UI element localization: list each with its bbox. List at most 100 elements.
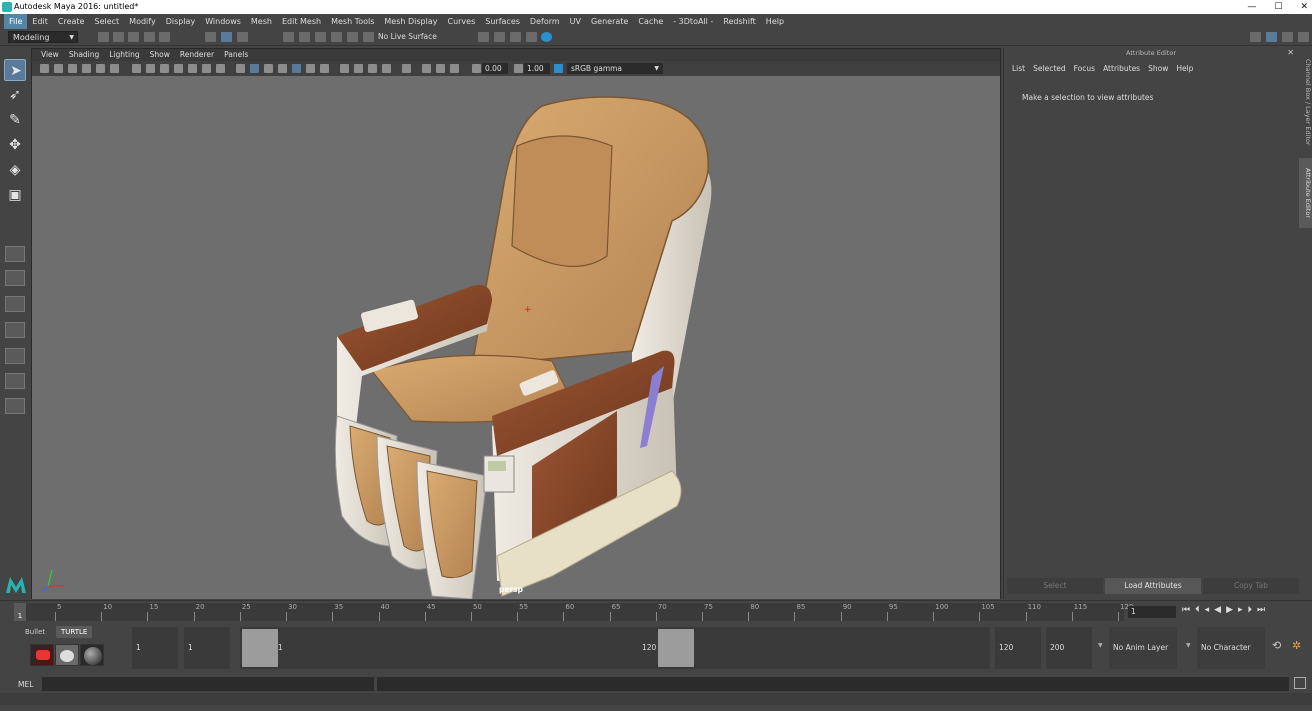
shelf-tab-turtle[interactable]: TURTLE bbox=[56, 626, 93, 638]
paint-select-tool-button[interactable]: ✎ bbox=[4, 109, 26, 131]
xray-icon[interactable] bbox=[422, 64, 431, 73]
ae-menu-attributes[interactable]: Attributes bbox=[1099, 64, 1144, 73]
gate-mask-icon[interactable] bbox=[174, 64, 183, 73]
go-to-start-icon[interactable]: ⏮ bbox=[1182, 605, 1190, 615]
close-button[interactable]: ✕ bbox=[1300, 0, 1308, 14]
wireframe-icon[interactable] bbox=[236, 64, 245, 73]
menu-edit-mesh[interactable]: Edit Mesh bbox=[277, 14, 326, 29]
hypershade-layout-button[interactable] bbox=[5, 373, 25, 389]
hypershade-icon[interactable] bbox=[526, 32, 537, 42]
exposure-icon[interactable] bbox=[472, 64, 481, 73]
anti-aliasing-icon[interactable] bbox=[368, 64, 377, 73]
mel-command-input[interactable] bbox=[42, 677, 374, 691]
range-start-handle[interactable] bbox=[242, 629, 278, 667]
render-settings-icon[interactable] bbox=[510, 32, 521, 42]
textured-icon[interactable] bbox=[292, 64, 301, 73]
two-pane-layout-button[interactable] bbox=[5, 296, 25, 312]
menu-select[interactable]: Select bbox=[89, 14, 124, 29]
anim-layer-dropdown[interactable]: No Anim Layer bbox=[1109, 627, 1177, 669]
go-to-end-icon[interactable]: ⏭ bbox=[1257, 605, 1265, 615]
magnet-icon[interactable] bbox=[363, 32, 374, 42]
save-scene-icon[interactable] bbox=[128, 32, 139, 42]
menu-uv[interactable]: UV bbox=[565, 14, 586, 29]
mel-language-toggle[interactable]: MEL bbox=[18, 680, 33, 689]
grid-icon[interactable] bbox=[132, 64, 141, 73]
menu-deform[interactable]: Deform bbox=[525, 14, 565, 29]
default-material-icon[interactable] bbox=[264, 64, 273, 73]
menu-mesh-tools[interactable]: Mesh Tools bbox=[326, 14, 379, 29]
color-management-icon[interactable] bbox=[554, 64, 563, 73]
shelf-tab-bullet[interactable]: Bullet bbox=[20, 626, 50, 638]
wireframe-on-shaded-icon[interactable] bbox=[278, 64, 287, 73]
menu-help[interactable]: Help bbox=[761, 14, 789, 29]
time-ruler[interactable]: 1510152025303540455055606570758085909510… bbox=[14, 603, 1133, 621]
ae-menu-list[interactable]: List bbox=[1008, 64, 1029, 73]
menu-create[interactable]: Create bbox=[53, 14, 90, 29]
select-object-icon[interactable] bbox=[221, 32, 232, 42]
menu-redshift[interactable]: Redshift bbox=[718, 14, 760, 29]
render-current-icon[interactable] bbox=[478, 32, 489, 42]
snap-grid-icon[interactable] bbox=[283, 32, 294, 42]
menu-mesh-display[interactable]: Mesh Display bbox=[379, 14, 442, 29]
exposure-field[interactable]: 0.00 bbox=[482, 63, 508, 74]
image-plane-icon[interactable] bbox=[82, 64, 91, 73]
play-forward-icon[interactable]: ▶ bbox=[1226, 605, 1233, 615]
menu-mesh[interactable]: Mesh bbox=[246, 14, 277, 29]
ae-load-attributes-button[interactable]: Load Attributes bbox=[1105, 578, 1201, 594]
step-back-frame-icon[interactable]: ◂ bbox=[1205, 605, 1210, 615]
menu-display[interactable]: Display bbox=[161, 14, 201, 29]
panel-menu-panels[interactable]: Panels bbox=[219, 49, 253, 61]
panel-menu-show[interactable]: Show bbox=[145, 49, 175, 61]
current-frame-field[interactable]: 1 bbox=[1128, 606, 1176, 618]
graph-layout-button[interactable] bbox=[5, 348, 25, 364]
auto-key-icon[interactable]: ⟲ bbox=[1272, 639, 1281, 652]
redo-icon[interactable] bbox=[159, 32, 170, 42]
ae-menu-focus[interactable]: Focus bbox=[1070, 64, 1099, 73]
bullet-solver-icon[interactable] bbox=[30, 644, 54, 666]
select-component-icon[interactable] bbox=[237, 32, 248, 42]
camera-attributes-icon[interactable] bbox=[54, 64, 63, 73]
resolution-gate-icon[interactable] bbox=[160, 64, 169, 73]
safe-title-icon[interactable] bbox=[216, 64, 225, 73]
xray-components-icon[interactable] bbox=[450, 64, 459, 73]
gamma-field[interactable]: 1.00 bbox=[524, 63, 550, 74]
select-hierarchy-icon[interactable] bbox=[205, 32, 216, 42]
depth-of-field-icon[interactable] bbox=[382, 64, 391, 73]
panel-menu-lighting[interactable]: Lighting bbox=[104, 49, 144, 61]
ambient-occlusion-icon[interactable] bbox=[340, 64, 349, 73]
custom-layout-button[interactable] bbox=[5, 398, 25, 414]
isolate-select-icon[interactable] bbox=[402, 64, 411, 73]
safe-action-icon[interactable] bbox=[202, 64, 211, 73]
playback-end-field[interactable]: 120 bbox=[995, 627, 1041, 669]
panel-menu-view[interactable]: View bbox=[36, 49, 64, 61]
modeling-toolkit-icon[interactable] bbox=[1250, 32, 1261, 42]
four-pane-layout-button[interactable] bbox=[5, 270, 25, 286]
undo-icon[interactable] bbox=[144, 32, 155, 42]
animation-start-field[interactable]: 1 bbox=[132, 627, 178, 669]
ae-select-button[interactable]: Select bbox=[1007, 578, 1103, 594]
outliner-layout-button[interactable] bbox=[5, 322, 25, 338]
render-view-icon[interactable] bbox=[541, 32, 552, 42]
minimize-button[interactable]: — bbox=[1247, 0, 1256, 14]
ae-menu-help[interactable]: Help bbox=[1172, 64, 1197, 73]
gamma-icon[interactable] bbox=[514, 64, 523, 73]
grease-pencil-icon[interactable] bbox=[96, 64, 105, 73]
view-transform-dropdown[interactable]: sRGB gamma ▼ bbox=[567, 63, 663, 74]
channel-box-toggle-icon[interactable] bbox=[1298, 32, 1309, 42]
animation-end-field[interactable]: 200 bbox=[1046, 627, 1092, 669]
ae-copy-tab-button[interactable]: Copy Tab bbox=[1203, 578, 1299, 594]
tool-settings-icon[interactable] bbox=[1282, 32, 1293, 42]
ipr-render-icon[interactable] bbox=[494, 32, 505, 42]
channel-box-tab[interactable]: Channel Box / Layer Editor bbox=[1299, 52, 1312, 152]
ae-menu-selected[interactable]: Selected bbox=[1029, 64, 1070, 73]
scale-tool-button[interactable]: ▣ bbox=[4, 184, 26, 206]
menu-generate[interactable]: Generate bbox=[586, 14, 633, 29]
turtle-bake-icon[interactable] bbox=[55, 644, 79, 666]
xray-joints-icon[interactable] bbox=[436, 64, 445, 73]
field-chart-icon[interactable] bbox=[188, 64, 197, 73]
range-end-handle[interactable] bbox=[658, 629, 694, 667]
menu-curves[interactable]: Curves bbox=[442, 14, 480, 29]
snap-curve-icon[interactable] bbox=[299, 32, 310, 42]
range-slider-track[interactable]: 1 120 bbox=[240, 627, 990, 669]
use-all-lights-icon[interactable] bbox=[306, 64, 315, 73]
